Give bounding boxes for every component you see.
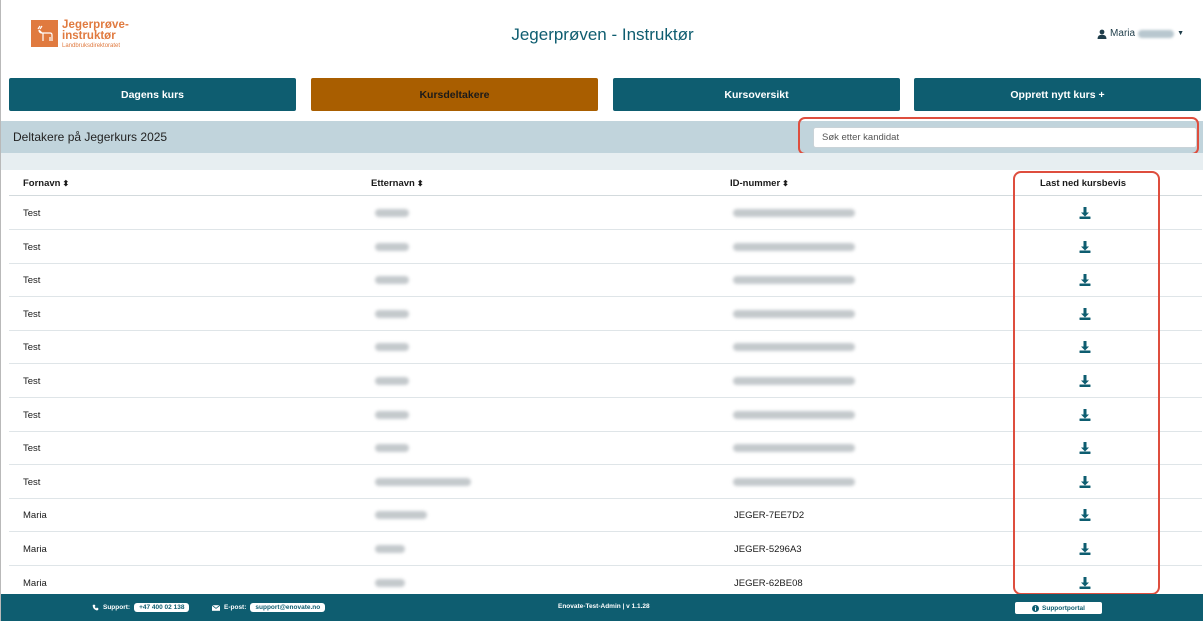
- chevron-down-icon: ▼: [1177, 30, 1184, 37]
- column-header-fornavn[interactable]: Fornavn ⬍: [23, 178, 69, 189]
- cell-fornavn: Test: [23, 476, 41, 488]
- app-title: Jegerprøven - Instruktør: [511, 25, 694, 44]
- cell-fornavn: Test: [23, 376, 41, 387]
- search-input[interactable]: [813, 127, 1197, 148]
- cell-fornavn: Maria: [23, 577, 47, 589]
- support-label: Support:: [103, 604, 131, 611]
- cell-etternavn-redacted: [375, 444, 409, 453]
- cell-etternavn-redacted: [375, 410, 409, 419]
- cell-fornavn: Test: [23, 342, 41, 354]
- cell-etternavn-redacted: [375, 545, 405, 553]
- cell-etternavn-redacted: [375, 309, 409, 318]
- footer: Support: +47 400 02 138 E-post: support@…: [1, 594, 1203, 621]
- cell-etternavn-redacted: [375, 511, 427, 520]
- nav-button-dagens-kurs[interactable]: Dagens kurs: [9, 78, 296, 111]
- section-title: Deltakere på Jegerkurs 2025: [13, 130, 168, 144]
- sort-icon: ⬍: [416, 179, 424, 188]
- cell-fornavn: Maria: [23, 544, 47, 555]
- download-column-highlight-annotation: [1013, 171, 1160, 595]
- cell-id-redacted: [733, 410, 855, 419]
- nav-button-opprett-nytt-kurs[interactable]: Opprett nytt kurs +: [914, 78, 1201, 111]
- mail-icon: [212, 604, 220, 611]
- cell-etternavn-redacted: [375, 343, 409, 352]
- supportportal-label: Supportportal: [1042, 604, 1085, 612]
- info-icon: [1032, 604, 1040, 612]
- nav-button-kursoversikt[interactable]: Kursoversikt: [613, 78, 900, 111]
- column-header-etternavn[interactable]: Etternavn ⬍: [371, 178, 424, 189]
- app-header: Jegerprøve- instruktør Landbruksdirektor…: [1, 0, 1203, 70]
- version-text: Enovate-Test-Admin | v 1.1.28: [558, 603, 650, 610]
- cell-fornavn: Test: [23, 275, 41, 287]
- phone-icon: [92, 604, 99, 611]
- user-menu[interactable]: Maria ▼: [1097, 28, 1184, 39]
- support-email[interactable]: support@enovate.no: [250, 603, 326, 612]
- support-phone[interactable]: +47 400 02 138: [134, 603, 190, 612]
- cell-etternavn-redacted: [375, 578, 405, 587]
- cell-fornavn: Maria: [23, 510, 47, 522]
- supportportal-button[interactable]: Supportportal: [1015, 602, 1102, 614]
- cell-id-redacted: [733, 309, 855, 318]
- cell-id-redacted: [733, 276, 855, 285]
- cell-id-redacted: [733, 377, 855, 385]
- user-lastname-redacted: [1138, 29, 1175, 38]
- cell-id-redacted: [733, 343, 855, 352]
- cell-id-nummer: JEGER-7EE7D2: [734, 510, 805, 522]
- cell-fornavn: Test: [23, 409, 41, 421]
- column-header-id-nummer[interactable]: ID-nummer ⬍: [730, 178, 789, 189]
- cell-etternavn-redacted: [375, 209, 409, 217]
- sort-icon: ⬍: [782, 179, 789, 188]
- footer-support: Support: +47 400 02 138: [92, 603, 190, 612]
- cell-etternavn-redacted: [375, 377, 409, 385]
- user-icon: [1097, 29, 1107, 39]
- cell-etternavn-redacted: [375, 477, 471, 486]
- cell-fornavn: Test: [23, 308, 41, 320]
- cell-etternavn-redacted: [375, 276, 409, 285]
- cell-fornavn: Test: [23, 208, 41, 219]
- cell-id-redacted: [733, 444, 855, 453]
- cell-id-nummer: JEGER-5296A3: [734, 544, 802, 555]
- user-name: Maria: [1110, 28, 1136, 39]
- email-label: E-post:: [224, 604, 247, 611]
- sort-icon: ⬍: [62, 179, 70, 188]
- cell-id-redacted: [733, 477, 855, 486]
- cell-etternavn-redacted: [375, 242, 409, 251]
- cell-id-nummer: JEGER-62BE08: [734, 577, 803, 589]
- cell-fornavn: Test: [23, 241, 41, 253]
- cell-id-redacted: [733, 242, 855, 251]
- cell-id-redacted: [733, 209, 855, 217]
- section-band: [1, 153, 1203, 170]
- nav-button-kursdeltakere[interactable]: Kursdeltakere: [311, 78, 598, 111]
- cell-fornavn: Test: [23, 443, 41, 455]
- footer-email: E-post: support@enovate.no: [212, 603, 326, 612]
